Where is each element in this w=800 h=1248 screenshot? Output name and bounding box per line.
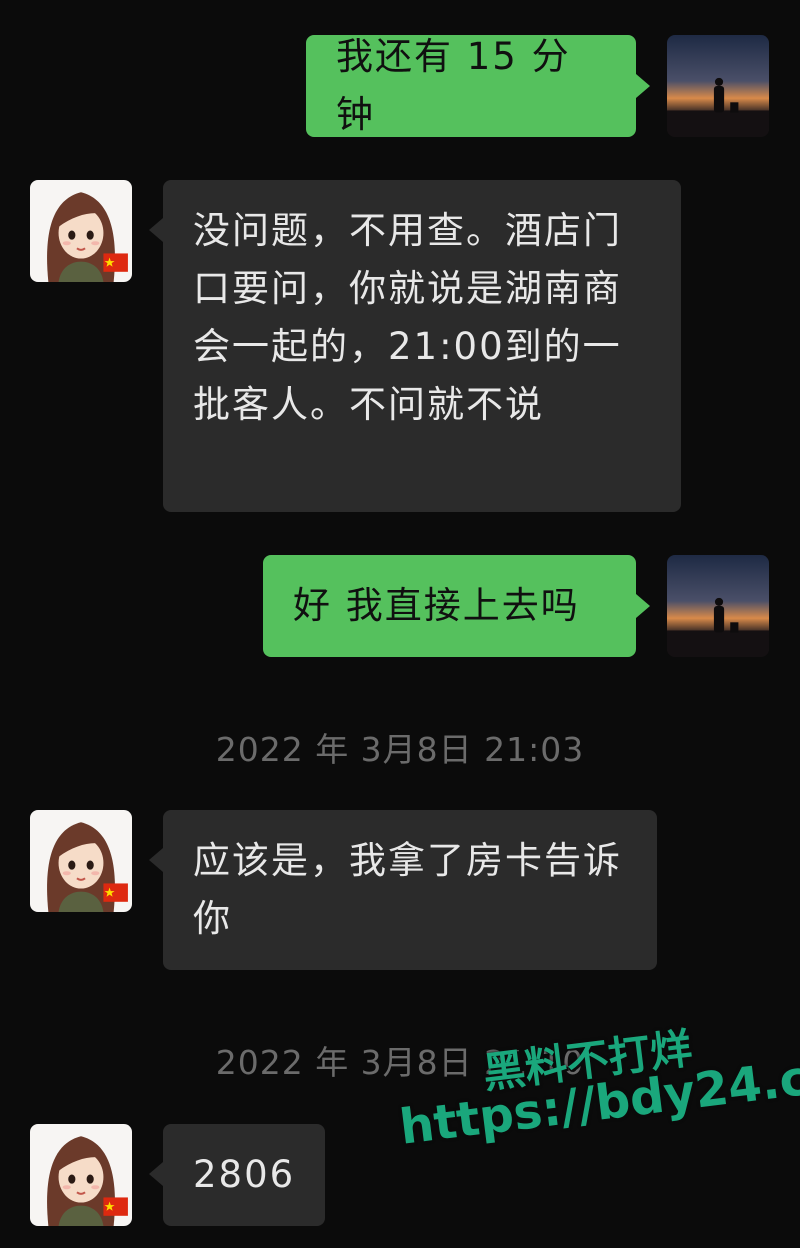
message-bubble-received[interactable]: 应该是，我拿了房卡告诉你 bbox=[149, 810, 657, 970]
message-text: 没问题，不用查。酒店门口要问，你就说是湖南商会一起的，21:00到的一批客人。不… bbox=[193, 209, 622, 426]
message-text: 2806 bbox=[193, 1153, 296, 1196]
timestamp: 2022 年 3月8日 21:03 bbox=[215, 730, 585, 769]
cartoon-girl-avatar-icon bbox=[30, 810, 132, 912]
message-bubble-sent[interactable]: 我还有 15 分钟 bbox=[306, 35, 650, 137]
silhouette-sunset-avatar-icon bbox=[667, 35, 769, 137]
cartoon-girl-avatar-icon bbox=[30, 180, 132, 282]
cartoon-girl-avatar-icon bbox=[30, 1124, 132, 1226]
message-text: 我还有 15 分钟 bbox=[336, 35, 571, 136]
silhouette-sunset-avatar-icon bbox=[667, 555, 769, 657]
message-text: 应该是，我拿了房卡告诉你 bbox=[193, 839, 622, 940]
contact-avatar[interactable] bbox=[30, 1124, 132, 1226]
message-bubble-received[interactable]: 没问题，不用查。酒店门口要问，你就说是湖南商会一起的，21:00到的一批客人。不… bbox=[149, 180, 681, 512]
contact-avatar[interactable] bbox=[30, 810, 132, 912]
my-avatar[interactable] bbox=[667, 555, 769, 657]
my-avatar[interactable] bbox=[667, 35, 769, 137]
message-bubble-sent[interactable]: 好 我直接上去吗 bbox=[263, 555, 650, 657]
message-bubble-received[interactable]: 2806 bbox=[149, 1124, 325, 1226]
message-text: 好 我直接上去吗 bbox=[293, 584, 580, 627]
contact-avatar[interactable] bbox=[30, 180, 132, 282]
